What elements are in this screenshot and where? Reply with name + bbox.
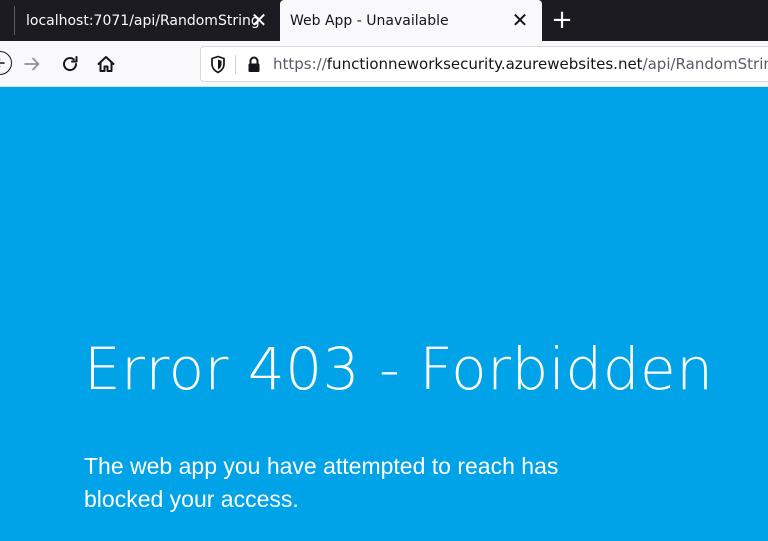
tab-web-app-unavailable[interactable]: Web App - Unavailable ✕	[280, 0, 542, 41]
forward-arrow-icon	[24, 57, 40, 71]
error-message: The web app you have attempted to reach …	[84, 453, 559, 512]
url-separator	[235, 55, 236, 74]
url-path: /api/RandomString	[642, 55, 768, 73]
url-text[interactable]: https://functionneworksecurity.azurewebs…	[273, 55, 768, 74]
url-host: functionneworksecurity.azurewebsites.net	[326, 55, 643, 73]
back-button[interactable]	[0, 51, 12, 75]
browser-window: localhost:7071/api/RandomString ✕ Web Ap…	[0, 0, 768, 541]
tab-localhost[interactable]: localhost:7071/api/RandomString ✕	[0, 0, 280, 41]
page-content: Error 403 - Forbidden The web app you ha…	[0, 87, 768, 541]
close-tab-icon[interactable]: ✕	[508, 8, 532, 32]
address-bar[interactable]: https://functionneworksecurity.azurewebs…	[200, 46, 768, 82]
close-tab-icon[interactable]: ✕	[247, 8, 271, 32]
error-title: Error 403 - Forbidden	[84, 335, 714, 403]
tab-title: Web App - Unavailable	[290, 12, 449, 29]
lock-icon[interactable]	[246, 55, 262, 78]
url-scheme: https://	[273, 55, 327, 73]
shield-icon[interactable]	[210, 55, 226, 78]
tab-title: localhost:7071/api/RandomString	[26, 12, 260, 29]
home-icon	[97, 56, 115, 72]
reload-icon	[63, 56, 78, 72]
back-arrow-icon	[0, 58, 5, 68]
nav-toolbar: https://functionneworksecurity.azurewebs…	[0, 41, 768, 87]
home-button[interactable]	[92, 50, 120, 78]
new-tab-icon[interactable]: +	[548, 6, 576, 34]
reload-button[interactable]	[56, 50, 84, 78]
tab-strip: localhost:7071/api/RandomString ✕ Web Ap…	[0, 0, 768, 41]
forward-button[interactable]	[18, 50, 46, 78]
